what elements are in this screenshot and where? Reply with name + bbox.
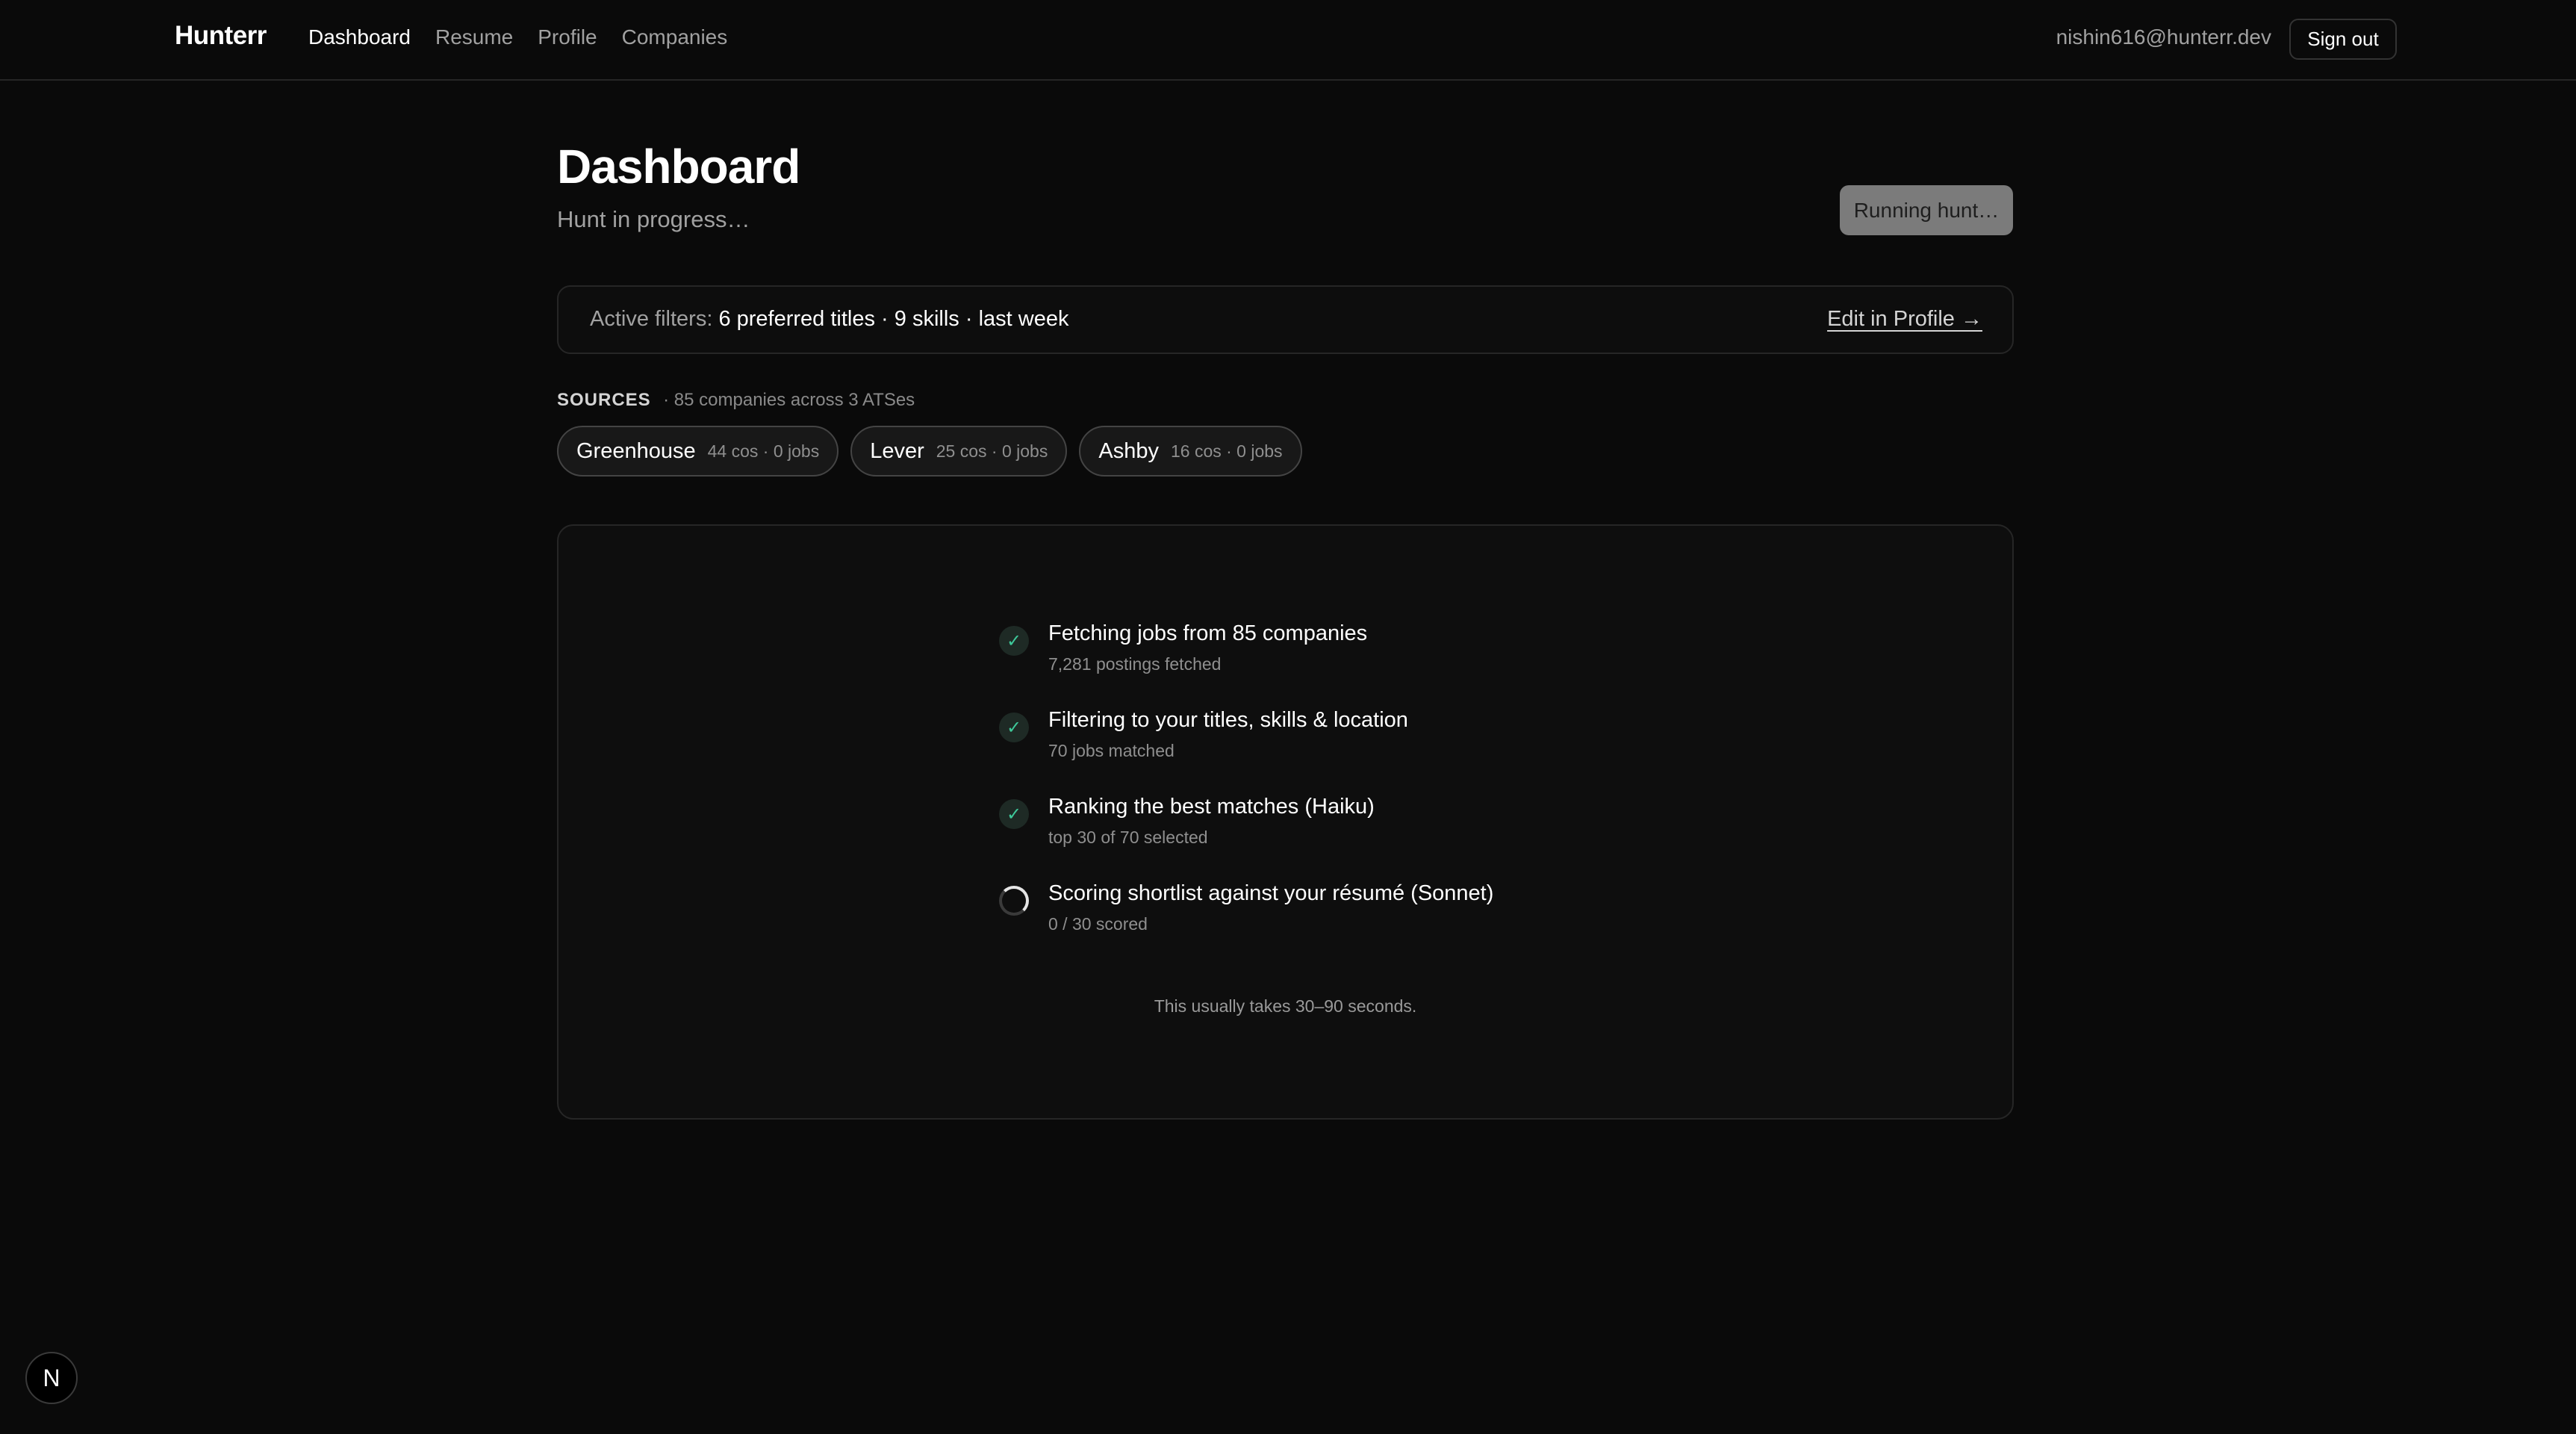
page-title: Dashboard: [557, 140, 800, 193]
source-chip-meta: 16 cos · 0 jobs: [1170, 441, 1283, 461]
source-chips: Greenhouse 44 cos · 0 jobs Lever 25 cos …: [557, 426, 1302, 477]
check-icon: ✓: [999, 713, 1029, 742]
nav-link-profile[interactable]: Profile: [538, 25, 597, 49]
filter-separator: ·: [959, 307, 979, 331]
filter-recency: last week: [978, 307, 1069, 331]
sources-label: SOURCES: [557, 390, 651, 410]
nav-link-companies[interactable]: Companies: [622, 25, 728, 49]
step-subtitle: 0 / 30 scored: [1048, 914, 1148, 934]
filter-skills: 9 skills: [894, 307, 959, 331]
check-icon: ✓: [999, 799, 1029, 829]
source-chip-ashby[interactable]: Ashby 16 cos · 0 jobs: [1079, 426, 1302, 477]
nextjs-icon[interactable]: N: [25, 1352, 78, 1404]
step-subtitle: top 30 of 70 selected: [1048, 828, 1208, 847]
step-title: Fetching jobs from 85 companies: [1048, 621, 1368, 645]
top-navbar: Hunterr Dashboard Resume Profile Compani…: [0, 0, 2576, 81]
nav-links: Dashboard Resume Profile Companies: [308, 25, 727, 49]
filter-titles: 6 preferred titles: [718, 307, 875, 331]
source-chip-name: Ashby: [1098, 438, 1159, 463]
duration-note: This usually takes 30–90 seconds.: [1154, 996, 1417, 1016]
active-filters-text: Active filters: 6 preferred titles · 9 s…: [590, 307, 1068, 332]
nav-link-dashboard[interactable]: Dashboard: [308, 25, 411, 49]
user-email: nishin616@hunterr.dev: [2056, 25, 2271, 49]
edit-in-profile-link[interactable]: Edit in Profile →: [1827, 307, 1982, 332]
source-chip-meta: 25 cos · 0 jobs: [936, 441, 1048, 461]
filter-separator: ·: [874, 307, 895, 331]
sign-out-button[interactable]: Sign out: [2289, 19, 2397, 60]
step-subtitle: 70 jobs matched: [1048, 741, 1175, 760]
sources-header: SOURCES · 85 companies across 3 ATSes: [557, 390, 915, 411]
step-title: Ranking the best matches (Haiku): [1048, 795, 1375, 819]
hunt-progress-card: ✓ Fetching jobs from 85 companies 7,281 …: [557, 524, 2014, 1120]
source-chip-meta: 44 cos · 0 jobs: [707, 441, 820, 461]
active-filters-bar: Active filters: 6 preferred titles · 9 s…: [557, 285, 2014, 354]
source-chip-name: Lever: [870, 438, 924, 463]
step-title: Scoring shortlist against your résumé (S…: [1048, 881, 1494, 905]
filters-label: Active filters:: [590, 307, 713, 331]
nav-link-resume[interactable]: Resume: [435, 25, 513, 49]
sources-meta: · 85 companies across 3 ATSes: [663, 390, 915, 410]
source-chip-greenhouse[interactable]: Greenhouse 44 cos · 0 jobs: [557, 426, 839, 477]
source-chip-name: Greenhouse: [576, 438, 696, 463]
spinner-icon: [999, 886, 1029, 916]
step-subtitle: 7,281 postings fetched: [1048, 654, 1222, 674]
check-icon: ✓: [999, 626, 1029, 656]
source-chip-lever[interactable]: Lever 25 cos · 0 jobs: [850, 426, 1068, 477]
page-subtitle: Hunt in progress…: [557, 206, 750, 232]
run-hunt-button[interactable]: Running hunt…: [1840, 185, 2013, 235]
brand-logo[interactable]: Hunterr: [175, 21, 267, 51]
step-title: Filtering to your titles, skills & locat…: [1048, 708, 1408, 732]
